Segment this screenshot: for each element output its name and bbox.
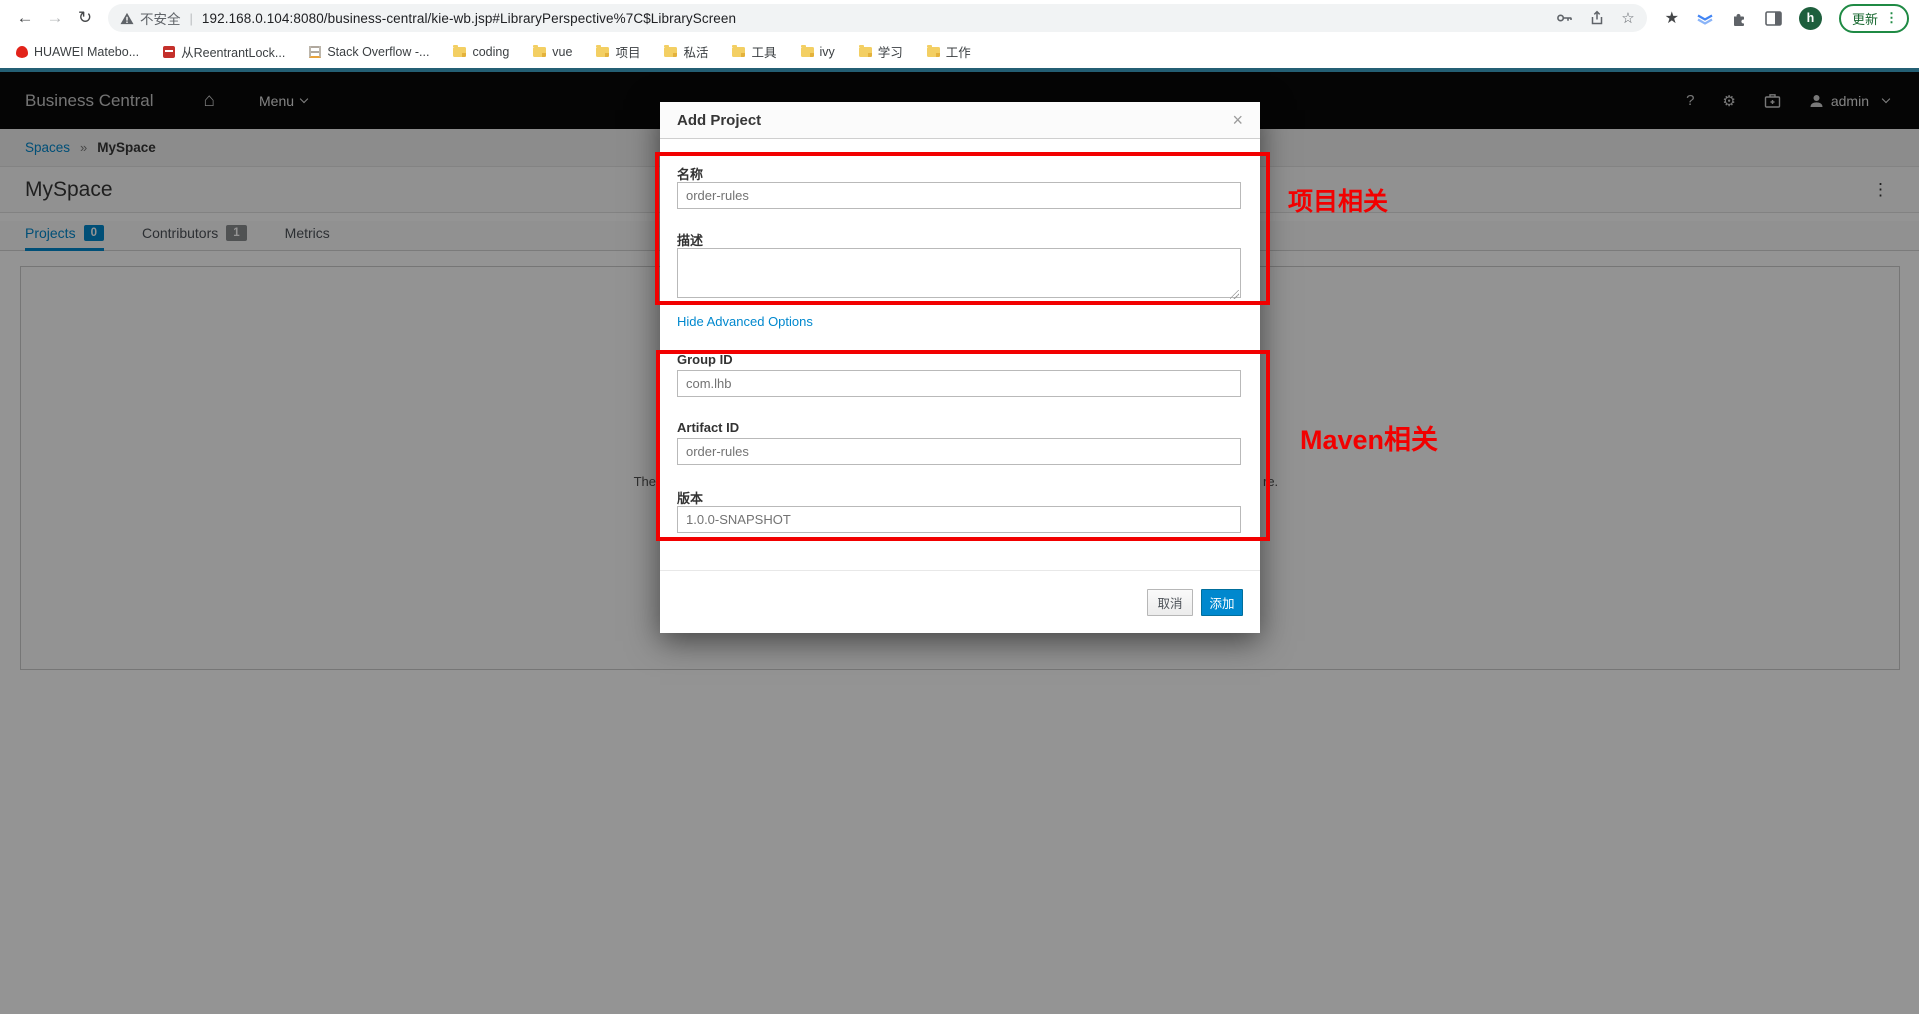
- bookmarks-bar: HUAWEI Matebo... 从ReentrantLock... Stack…: [0, 36, 1919, 67]
- bookmark-folder-ivy[interactable]: ivy: [801, 45, 835, 59]
- bookmark-label: coding: [472, 45, 509, 59]
- folder-icon: [732, 47, 745, 57]
- browser-chrome: ← → ↻ 不安全 | 192.168.0.104:8080/business-…: [0, 0, 1919, 68]
- bookmark-folder-study[interactable]: 学习: [859, 42, 903, 61]
- bookmark-label: 项目: [615, 42, 640, 61]
- artifact-id-label: Artifact ID: [677, 420, 739, 435]
- bookmark-label: vue: [552, 45, 572, 59]
- chrome-update-button[interactable]: 更新 ⋮: [1839, 4, 1909, 33]
- url-bar[interactable]: 不安全 | 192.168.0.104:8080/business-centra…: [108, 4, 1647, 32]
- artifact-id-input[interactable]: [677, 438, 1241, 465]
- browser-menu-dots-icon[interactable]: ⋮: [1885, 10, 1898, 26]
- version-label: 版本: [677, 488, 703, 507]
- bookmark-star-icon[interactable]: ☆: [1621, 9, 1634, 27]
- bookmark-folder-vue[interactable]: vue: [533, 45, 572, 59]
- folder-icon: [596, 47, 609, 57]
- bookmark-label: 学习: [878, 42, 903, 61]
- textarea-resize-handle-icon[interactable]: [1230, 290, 1239, 299]
- group-id-input[interactable]: [677, 370, 1241, 397]
- forward-icon[interactable]: →: [40, 8, 70, 28]
- description-textarea[interactable]: [677, 248, 1241, 298]
- bookmark-label: ivy: [820, 45, 835, 59]
- update-label: 更新: [1852, 9, 1878, 28]
- bookmark-folder-tools[interactable]: 工具: [732, 42, 776, 61]
- address-bar-row: ← → ↻ 不安全 | 192.168.0.104:8080/business-…: [0, 0, 1919, 36]
- hide-advanced-options-link[interactable]: Hide Advanced Options: [677, 314, 813, 329]
- bookmark-stackoverflow[interactable]: Stack Overflow -...: [309, 45, 429, 59]
- bookmark-folder-coding[interactable]: coding: [453, 45, 509, 59]
- bookmarks-star-filled-icon[interactable]: ★: [1665, 8, 1679, 28]
- modal-title: Add Project: [677, 112, 761, 129]
- huawei-logo-icon: [16, 46, 28, 58]
- bookmark-label: 工作: [946, 42, 971, 61]
- bookmark-label: 工具: [751, 42, 776, 61]
- bookmark-label: HUAWEI Matebo...: [34, 45, 139, 59]
- reading-list-layers-icon[interactable]: [1696, 10, 1714, 26]
- bookmark-folder-project[interactable]: 项目: [596, 42, 640, 61]
- share-icon[interactable]: [1589, 10, 1605, 26]
- annotation-label-project: 项目相关: [1288, 182, 1388, 218]
- add-project-modal: Add Project × 名称 描述 Hide Advanced Option…: [660, 102, 1260, 633]
- toolbar-icons: ★ h: [1665, 4, 1909, 33]
- url-separator: |: [190, 11, 193, 26]
- article-icon: [163, 46, 175, 58]
- bookmark-folder-work[interactable]: 工作: [927, 42, 971, 61]
- folder-icon: [453, 47, 466, 57]
- bookmark-label: 私活: [683, 42, 708, 61]
- profile-avatar[interactable]: h: [1799, 7, 1822, 30]
- folder-icon: [859, 47, 872, 57]
- folder-icon: [664, 47, 677, 57]
- stackoverflow-icon: [309, 46, 321, 58]
- bookmark-huawei[interactable]: HUAWEI Matebo...: [16, 45, 139, 59]
- bookmark-folder-sideline[interactable]: 私活: [664, 42, 708, 61]
- not-secure-warning-icon: [120, 12, 134, 25]
- back-icon[interactable]: ←: [10, 8, 40, 28]
- add-button[interactable]: 添加: [1201, 589, 1243, 616]
- bookmark-label: 从ReentrantLock...: [181, 42, 285, 61]
- name-label: 名称: [677, 164, 703, 183]
- group-id-label: Group ID: [677, 352, 733, 367]
- version-input[interactable]: [677, 506, 1241, 533]
- description-label: 描述: [677, 230, 703, 249]
- close-icon[interactable]: ×: [1232, 111, 1243, 129]
- bookmark-label: Stack Overflow -...: [327, 45, 429, 59]
- bookmark-reentrantlock[interactable]: 从ReentrantLock...: [163, 42, 285, 61]
- folder-icon: [801, 47, 814, 57]
- folder-icon: [927, 47, 940, 57]
- url-text[interactable]: 192.168.0.104:8080/business-central/kie-…: [202, 11, 1540, 26]
- annotation-label-maven: Maven相关: [1300, 418, 1438, 457]
- extensions-puzzle-icon[interactable]: [1731, 10, 1748, 27]
- cancel-button[interactable]: 取消: [1147, 589, 1193, 616]
- security-label[interactable]: 不安全: [140, 8, 181, 28]
- side-panel-icon[interactable]: [1765, 11, 1782, 26]
- reload-icon[interactable]: ↻: [70, 8, 100, 28]
- folder-icon: [533, 47, 546, 57]
- screen: ← → ↻ 不安全 | 192.168.0.104:8080/business-…: [0, 0, 1919, 1014]
- modal-footer-divider: [660, 570, 1260, 571]
- password-key-icon[interactable]: [1556, 10, 1573, 26]
- modal-header: Add Project ×: [660, 102, 1260, 139]
- name-input[interactable]: [677, 182, 1241, 209]
